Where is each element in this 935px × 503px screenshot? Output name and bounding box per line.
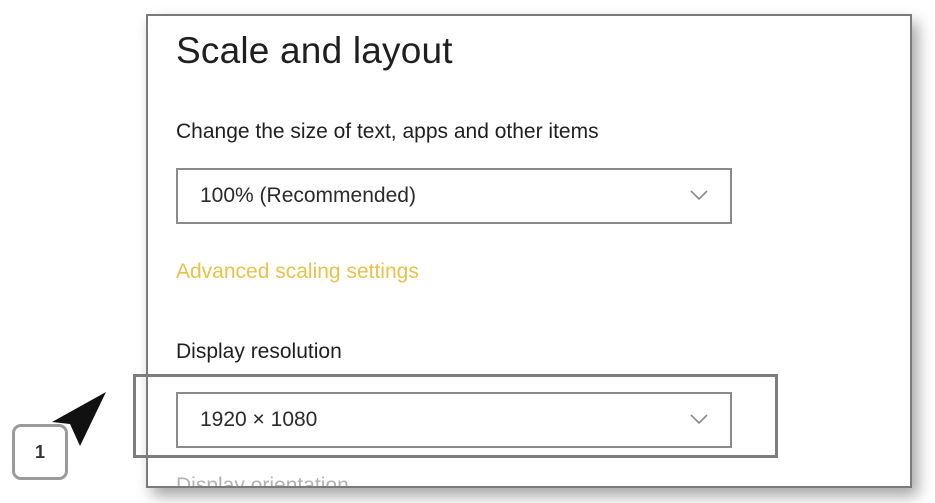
resolution-label: Display resolution <box>176 340 342 363</box>
orientation-label-cutoff: Display orientation <box>176 474 349 488</box>
screenshot-stage: Scale and layout Change the size of text… <box>0 0 935 503</box>
callout-number-badge: 1 <box>12 424 68 480</box>
size-label: Change the size of text, apps and other … <box>176 120 599 143</box>
chevron-down-icon <box>690 190 708 201</box>
scale-dropdown[interactable]: 100% (Recommended) <box>176 168 732 224</box>
scale-dropdown-value: 100% (Recommended) <box>200 184 416 207</box>
advanced-scaling-link[interactable]: Advanced scaling settings <box>176 260 419 284</box>
section-title: Scale and layout <box>176 30 453 71</box>
resolution-highlight-box <box>133 374 778 458</box>
